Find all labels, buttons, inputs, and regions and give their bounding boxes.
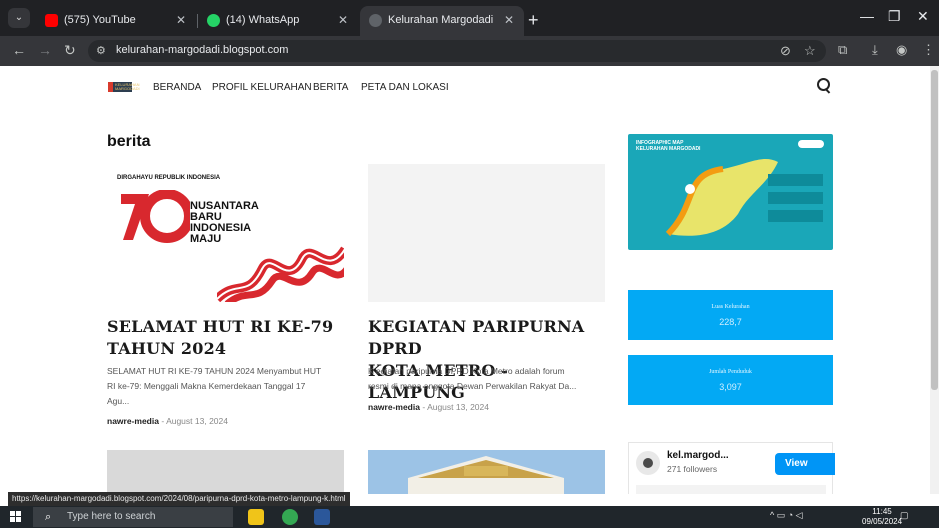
stat-jumlah-penduduk: Jumlah Penduduk 3,097 <box>628 355 833 405</box>
post-meta: nawre-media - August 13, 2024 <box>107 416 228 426</box>
post-thumbnail[interactable] <box>368 164 605 302</box>
post-meta: nawre-media - August 13, 2024 <box>368 402 489 412</box>
instagram-post-preview[interactable] <box>636 485 826 494</box>
close-icon[interactable]: ✕ <box>504 6 514 34</box>
file-explorer-icon[interactable] <box>248 509 264 525</box>
view-profile-button[interactable]: View profile <box>775 453 835 491</box>
tray-icons[interactable]: ^ ▭ ◔ ◁ <box>770 510 803 521</box>
close-icon[interactable]: ✕ <box>176 6 186 34</box>
site-logo[interactable]: KELURAHAN MARGODADI <box>108 82 140 92</box>
nav-profil-kelurahan[interactable]: PROFIL KELURAHAN <box>212 82 312 93</box>
back-button[interactable]: ← <box>12 42 26 58</box>
extensions-icon[interactable]: ⧉ <box>838 42 847 58</box>
page-scrollbar[interactable] <box>930 66 939 494</box>
instagram-username[interactable]: kel.margod... <box>667 450 729 461</box>
post-title[interactable]: SELAMAT HUT RI KE-79 TAHUN 2024 <box>107 316 347 360</box>
notification-icon[interactable]: ▢ <box>900 510 909 521</box>
minimize-button[interactable]: — <box>860 8 874 24</box>
download-icon[interactable]: ⤓ <box>872 42 878 58</box>
page-title: berita <box>107 133 151 150</box>
nav-berita[interactable]: BERITA <box>313 82 348 93</box>
nav-peta-dan-lokasi[interactable]: PETA DAN LOKASI <box>361 82 449 93</box>
taskbar-clock[interactable]: 11:45 09/05/2024 <box>862 507 902 527</box>
search-icon: ⌕ <box>45 511 52 523</box>
post-thumbnail[interactable]: DIRGAHAYU REPUBLIK INDONESIA NUSANTARA B… <box>107 164 344 302</box>
post-author[interactable]: nawre-media <box>368 402 420 412</box>
youtube-icon <box>45 14 58 27</box>
blank-page-icon <box>369 14 382 27</box>
instagram-widget: kel.margod... 271 followers View profile <box>628 442 835 494</box>
stat-luas-kelurahan: Luas Kelurahan 228,7 <box>628 290 833 340</box>
profile-avatar[interactable]: ◉ <box>896 42 907 58</box>
taskbar-search-input[interactable]: ⌕ Type here to search <box>33 507 233 527</box>
map-illustration <box>665 140 824 237</box>
hut-79-logo <box>121 190 190 243</box>
windows-taskbar: ⌕ Type here to search ^ ▭ ◔ ◁ 11:45 09/0… <box>0 506 939 528</box>
windows-start-icon[interactable] <box>10 511 22 523</box>
more-menu-icon[interactable]: ⋮ <box>922 42 935 58</box>
post-author[interactable]: nawre-media <box>107 416 159 426</box>
status-bar-url: https://kelurahan-margodadi.blogspot.com… <box>8 492 350 506</box>
infographic-map[interactable]: INFOGRAPHIC MAP KELURAHAN MARGODADI <box>628 134 833 250</box>
post-date: August 13, 2024 <box>427 402 489 412</box>
tab-kelurahan-margodadi[interactable]: Kelurahan Margodadi ✕ <box>360 6 524 36</box>
close-icon[interactable]: ✕ <box>338 6 348 34</box>
scrollbar-thumb[interactable] <box>931 70 938 390</box>
post-excerpt: SELAMAT HUT RI KE-79 TAHUN 2024 Menyambu… <box>107 366 322 406</box>
url-text: kelurahan-margodadi.blogspot.com <box>116 44 289 56</box>
post-date: August 13, 2024 <box>166 416 228 426</box>
search-icon[interactable] <box>816 77 832 93</box>
building-photo <box>368 450 605 494</box>
tab-whatsapp[interactable]: (14) WhatsApp ✕ <box>198 6 358 36</box>
browser-tab-bar: ⌄ (575) YouTube ✕ (14) WhatsApp ✕ Kelura… <box>0 0 939 36</box>
whatsapp-icon <box>207 14 220 27</box>
post-thumbnail[interactable] <box>107 450 344 494</box>
site-header: KELURAHAN MARGODADI BERANDA PROFIL KELUR… <box>0 66 930 110</box>
eye-off-icon[interactable]: ⊘ <box>780 43 791 59</box>
window-close-button[interactable]: ✕ <box>917 8 929 25</box>
post-excerpt: K egiatan paripurna DPRD Kota Metro adal… <box>368 366 577 391</box>
instagram-followers: 271 followers <box>667 464 718 474</box>
site-info-icon[interactable]: ⚙ <box>96 44 106 57</box>
hut-ribbon-art <box>217 246 344 302</box>
star-icon[interactable]: ☆ <box>804 43 816 59</box>
word-icon[interactable] <box>314 509 330 525</box>
page-viewport: KELURAHAN MARGODADI BERANDA PROFIL KELUR… <box>0 66 930 494</box>
post-thumbnail[interactable] <box>368 450 605 494</box>
browser-toolbar: ← → ↻ ⚙ kelurahan-margodadi.blogspot.com… <box>0 36 939 66</box>
reload-button[interactable]: ↻ <box>64 42 76 59</box>
avatar[interactable] <box>636 451 660 475</box>
address-bar[interactable]: ⚙ kelurahan-margodadi.blogspot.com ⊘ ☆ <box>88 40 826 62</box>
chrome-icon[interactable] <box>282 509 298 525</box>
new-tab-button[interactable]: + <box>528 6 539 34</box>
restore-button[interactable]: ❐ <box>888 8 901 25</box>
nav-beranda[interactable]: BERANDA <box>153 82 201 93</box>
tab-youtube[interactable]: (575) YouTube ✕ <box>36 6 196 36</box>
forward-button[interactable]: → <box>38 42 52 58</box>
tab-search-button[interactable]: ⌄ <box>8 8 30 28</box>
